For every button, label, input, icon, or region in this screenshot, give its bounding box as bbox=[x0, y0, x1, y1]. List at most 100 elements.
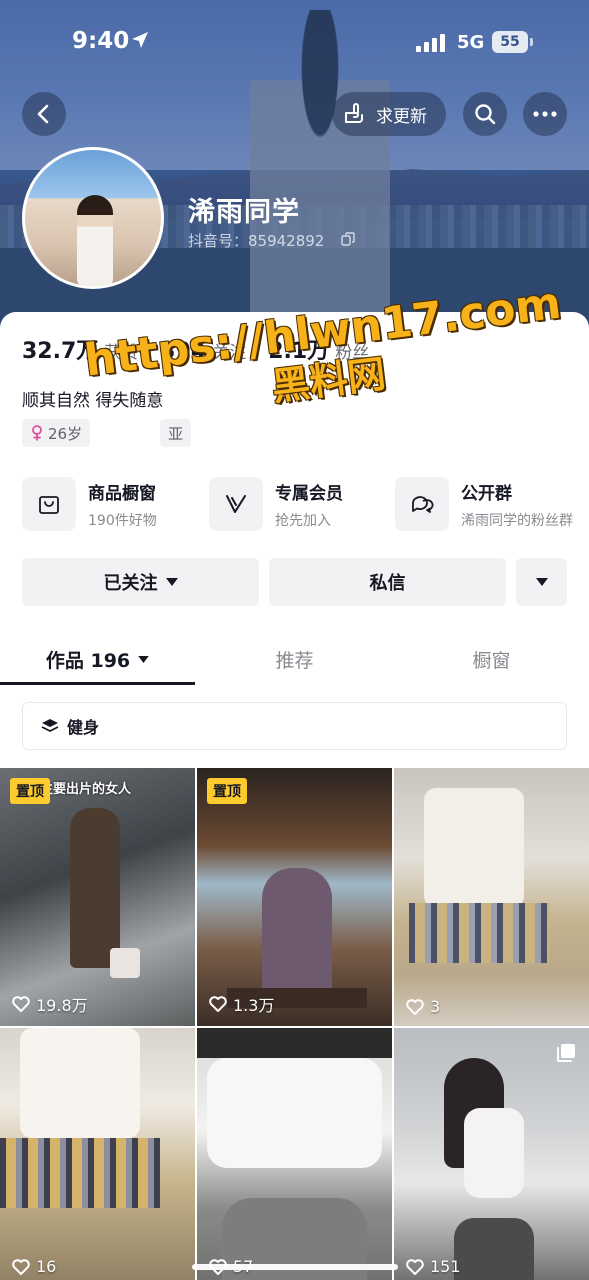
pinned-badge: 置顶 bbox=[10, 778, 50, 804]
video-thumbnail[interactable]: 151 bbox=[394, 1028, 589, 1280]
profile-tabs: 作品 196 推荐 橱窗 bbox=[0, 634, 589, 686]
feature-membership-title: 专属会员 bbox=[275, 483, 343, 504]
message-button[interactable]: 私信 bbox=[269, 558, 506, 606]
battery-level: 55 bbox=[492, 31, 528, 53]
collection-label: 健身 bbox=[67, 718, 100, 737]
message-label: 私信 bbox=[369, 573, 406, 594]
video-caption: 主要出片的女人 bbox=[40, 782, 132, 797]
search-button[interactable] bbox=[463, 92, 507, 136]
network-type: 5G bbox=[457, 32, 485, 53]
video-likes-count: 19.8万 bbox=[36, 996, 88, 1015]
feature-shop-window-icon-box bbox=[22, 477, 76, 531]
feature-entries: 商品橱窗 190件好物 专属会员 抢先加入 公开群 浠雨同学的粉丝群 bbox=[22, 476, 589, 532]
multi-image-icon bbox=[557, 1044, 575, 1062]
tab-showcase[interactable]: 橱窗 bbox=[394, 634, 589, 684]
feature-shop-window-title: 商品橱窗 bbox=[88, 483, 156, 504]
pinned-badge: 置顶 bbox=[207, 778, 247, 804]
thumb-shirt bbox=[20, 1028, 140, 1138]
feature-public-group[interactable]: 公开群 浠雨同学的粉丝群 bbox=[395, 476, 573, 532]
avatar[interactable] bbox=[22, 147, 164, 289]
video-likes: 19.8万 bbox=[12, 992, 88, 1016]
heart-icon bbox=[12, 1258, 30, 1275]
layers-icon bbox=[41, 719, 59, 732]
status-bar: 9:40 5G 55 bbox=[0, 0, 589, 88]
video-thumbnail[interactable]: 置顶 1.3万 bbox=[197, 768, 392, 1026]
status-time: 9:40 bbox=[72, 28, 130, 54]
more-dots-icon bbox=[533, 111, 557, 117]
more-actions-button[interactable] bbox=[516, 558, 567, 606]
video-grid: 主要出片的女人 置顶 19.8万 置顶 1.3万 3 16 151 bbox=[0, 768, 589, 1280]
caret-down-icon bbox=[138, 655, 149, 663]
thumb-hair bbox=[197, 1028, 392, 1058]
tab-works-label: 作品 196 bbox=[45, 649, 131, 672]
profile-card: 32.7万 获赞 394 关注 2.1万 粉丝 顺其自然 得失随意 26岁 亚 bbox=[0, 312, 589, 1280]
female-icon bbox=[32, 425, 42, 441]
thumb-shirt bbox=[424, 788, 524, 908]
video-likes: 3 bbox=[406, 997, 440, 1016]
profile-nickname: 浠雨同学 bbox=[188, 197, 300, 228]
video-likes-count: 16 bbox=[36, 1257, 57, 1276]
feature-public-group-subtitle: 浠雨同学的粉丝群 bbox=[461, 512, 573, 529]
thumb-pants bbox=[454, 1218, 534, 1280]
followed-label: 已关注 bbox=[103, 573, 158, 594]
tab-recommend-label: 推荐 bbox=[275, 649, 314, 672]
caret-down-icon bbox=[535, 578, 548, 586]
search-icon bbox=[475, 104, 496, 125]
video-thumbnail[interactable]: 57 bbox=[197, 1028, 392, 1280]
tab-recommend[interactable]: 推荐 bbox=[197, 634, 392, 684]
heart-icon bbox=[406, 998, 424, 1015]
feature-shop-window-text: 商品橱窗 190件好物 bbox=[88, 479, 157, 530]
feature-membership-icon-box bbox=[209, 477, 263, 531]
video-likes-count: 1.3万 bbox=[233, 996, 275, 1015]
request-update-button[interactable]: 求更新 bbox=[332, 92, 446, 136]
video-likes-count: 151 bbox=[430, 1257, 461, 1276]
profile-actions: 已关注 私信 bbox=[22, 558, 567, 606]
feature-shop-window-subtitle: 190件好物 bbox=[88, 512, 157, 529]
video-thumbnail[interactable]: 3 bbox=[394, 768, 589, 1026]
tab-works[interactable]: 作品 196 bbox=[0, 634, 195, 684]
cellular-signal-icon bbox=[416, 34, 445, 52]
video-likes: 1.3万 bbox=[209, 992, 274, 1016]
feature-public-group-text: 公开群 浠雨同学的粉丝群 bbox=[461, 479, 573, 530]
copy-icon[interactable] bbox=[341, 232, 355, 246]
thumb-shirt bbox=[464, 1108, 524, 1198]
heart-icon bbox=[209, 996, 227, 1012]
followed-button[interactable]: 已关注 bbox=[22, 558, 259, 606]
feature-membership[interactable]: 专属会员 抢先加入 bbox=[209, 476, 343, 532]
video-thumbnail[interactable]: 16 bbox=[0, 1028, 195, 1280]
heart-icon bbox=[12, 996, 30, 1012]
heart-icon bbox=[406, 1258, 424, 1275]
shopping-bag-icon bbox=[39, 496, 59, 514]
tag-location-label: 亚 bbox=[168, 424, 184, 443]
collection-filter[interactable]: 健身 bbox=[22, 702, 567, 750]
feature-public-group-title: 公开群 bbox=[461, 483, 512, 504]
feature-membership-subtitle: 抢先加入 bbox=[275, 512, 331, 529]
tab-showcase-label: 橱窗 bbox=[472, 649, 511, 672]
thumb-figure bbox=[70, 808, 120, 968]
video-thumbnail[interactable]: 主要出片的女人 置顶 19.8万 bbox=[0, 768, 195, 1026]
feature-shop-window[interactable]: 商品橱窗 190件好物 bbox=[22, 476, 157, 532]
caret-down-icon bbox=[165, 578, 178, 586]
tab-active-indicator bbox=[0, 682, 195, 685]
more-button[interactable] bbox=[523, 92, 567, 136]
home-indicator[interactable] bbox=[192, 1264, 398, 1270]
avatar-figure bbox=[77, 195, 113, 286]
v-member-icon bbox=[226, 495, 246, 513]
video-likes: 151 bbox=[406, 1257, 461, 1276]
request-update-label: 求更新 bbox=[376, 106, 427, 127]
tag-age: 26岁 bbox=[22, 419, 91, 447]
thumb-skirt bbox=[0, 1138, 160, 1208]
pointing-hand-icon bbox=[345, 103, 363, 123]
chat-group-icon bbox=[412, 496, 434, 513]
thumb-bag bbox=[110, 948, 140, 978]
video-likes-count: 3 bbox=[430, 997, 441, 1016]
thumb-figure bbox=[262, 868, 332, 998]
back-button[interactable] bbox=[22, 92, 66, 136]
video-likes: 16 bbox=[12, 1257, 56, 1276]
feature-membership-text: 专属会员 抢先加入 bbox=[275, 479, 343, 530]
thumb-skirt bbox=[409, 903, 549, 963]
feature-public-group-icon-box bbox=[395, 477, 449, 531]
thumb-shirt bbox=[207, 1058, 382, 1168]
battery-cap bbox=[530, 38, 533, 46]
location-arrow-icon bbox=[132, 32, 148, 48]
